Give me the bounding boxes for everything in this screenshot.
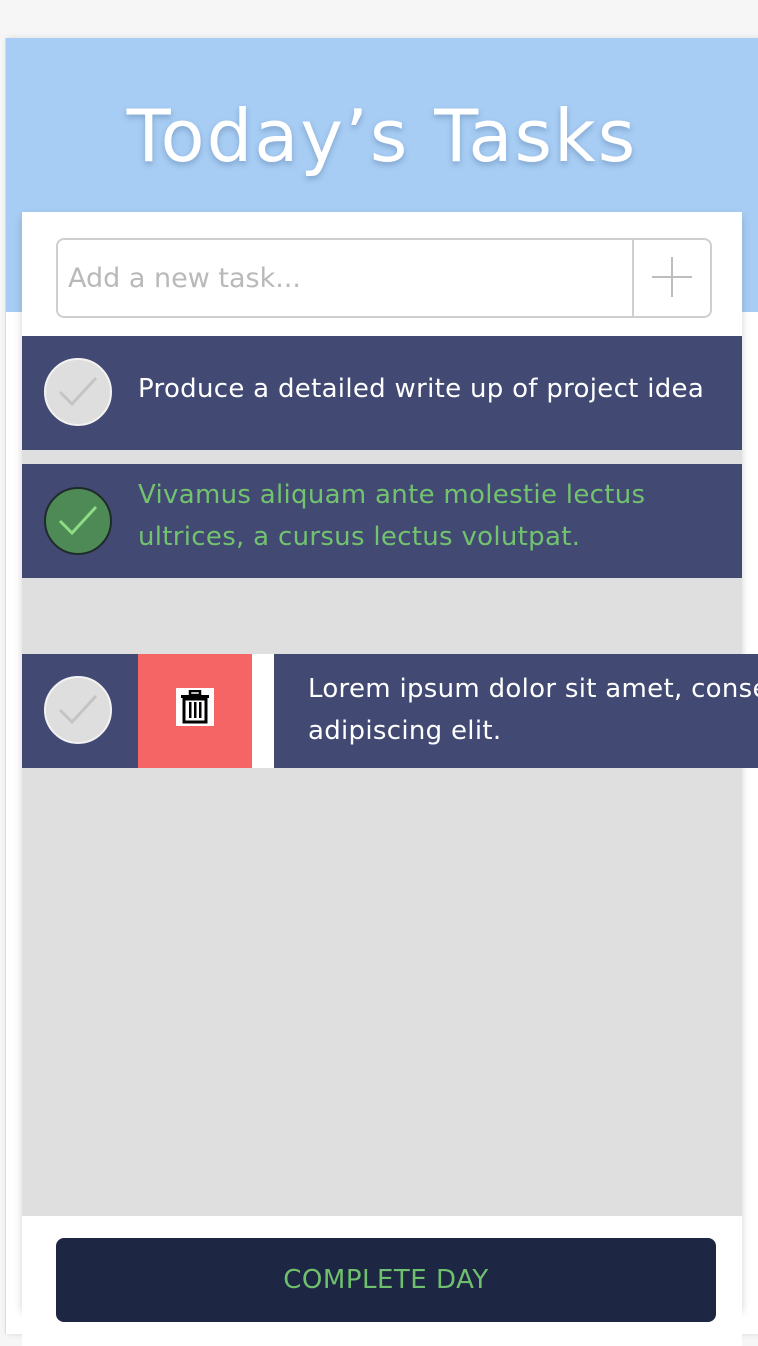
- plus-icon: [652, 257, 692, 297]
- new-task-area: [22, 212, 742, 336]
- delete-task-button[interactable]: [138, 654, 252, 768]
- task-item[interactable]: Produce a detailed write up of project i…: [22, 336, 742, 450]
- new-task-input[interactable]: [58, 240, 636, 316]
- swipe-gap: [252, 654, 274, 768]
- task-item-swiped[interactable]: Lorem ipsum dolor sit amet, consectetur …: [22, 654, 758, 768]
- task-card: Produce a detailed write up of project i…: [22, 212, 758, 1346]
- task-item[interactable]: Vivamus aliquam ante molestie lectus ult…: [22, 464, 742, 578]
- complete-day-button[interactable]: COMPLETE DAY: [56, 1238, 716, 1322]
- task-checkbox[interactable]: [44, 358, 112, 426]
- new-task-field: [56, 238, 712, 318]
- check-icon: [58, 376, 98, 407]
- add-task-button[interactable]: [632, 240, 710, 316]
- task-text-completed: Vivamus aliquam ante molestie lectus ult…: [138, 480, 646, 552]
- task-checkbox-checked[interactable]: [44, 487, 112, 555]
- trash-icon: [176, 688, 214, 726]
- app-frame: Today’s Tasks Produce a detailed write u…: [5, 38, 758, 1346]
- task-content[interactable]: Lorem ipsum dolor sit amet, consectetur …: [274, 654, 758, 768]
- task-row-left: [22, 654, 138, 768]
- task-checkbox[interactable]: [44, 676, 112, 744]
- task-text: Produce a detailed write up of project i…: [138, 374, 705, 404]
- footer: COMPLETE DAY: [22, 1216, 742, 1346]
- check-icon: [58, 505, 98, 536]
- page-title: Today’s Tasks: [126, 94, 638, 178]
- task-text: Lorem ipsum dolor sit amet, consectetur …: [308, 674, 758, 746]
- check-icon: [58, 694, 98, 725]
